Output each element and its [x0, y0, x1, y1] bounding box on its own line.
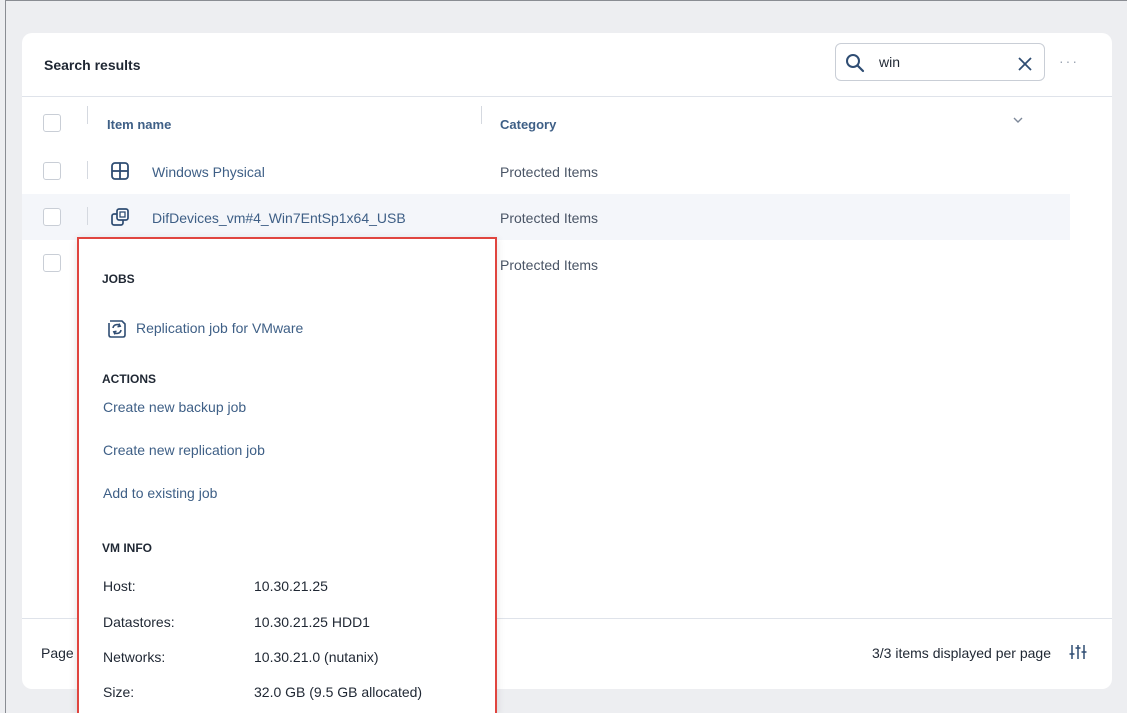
create-backup-job-link[interactable]: Create new backup job	[103, 399, 246, 415]
chevron-down-icon[interactable]	[1012, 116, 1024, 124]
page-title: Search results	[44, 57, 141, 73]
sliders-icon[interactable]	[1069, 643, 1087, 661]
replication-icon	[108, 320, 126, 338]
list-item-category: Protected Items	[500, 257, 599, 273]
list-item-category: Protected Items	[500, 210, 599, 226]
vm-icon	[111, 208, 129, 226]
size-label: Size:	[103, 684, 135, 700]
list-item-category: Protected Items	[500, 164, 599, 180]
column-divider	[481, 106, 482, 124]
items-per-page-text: 3/3 items displayed per page	[872, 645, 1051, 661]
list-item-name[interactable]: DifDevices_vm#4_Win7EntSp1x64_USB	[152, 210, 406, 226]
windows-icon	[111, 162, 129, 180]
vm-info-section-title: VM INFO	[102, 541, 152, 555]
host-value: 10.30.21.25	[254, 578, 328, 594]
row-checkbox[interactable]	[43, 208, 61, 226]
window-frame-top	[5, 0, 1127, 1]
card-header: Search results win ···	[22, 33, 1112, 97]
jobs-section-title: JOBS	[102, 272, 135, 286]
column-divider	[87, 161, 88, 179]
size-value: 32.0 GB (9.5 GB allocated)	[254, 684, 423, 700]
pagination-label: Page	[41, 645, 74, 661]
window-frame-left	[5, 0, 6, 713]
select-all-checkbox[interactable]	[43, 114, 61, 132]
column-header-item-name[interactable]: Item name	[107, 117, 171, 132]
host-label: Host:	[103, 578, 136, 594]
row-checkbox[interactable]	[43, 254, 61, 272]
search-icon	[846, 54, 865, 73]
list-item-name[interactable]: Windows Physical	[152, 164, 265, 180]
replication-job-link[interactable]: Replication job for VMware	[136, 320, 303, 336]
datastores-label: Datastores:	[103, 614, 175, 630]
row-checkbox[interactable]	[43, 162, 61, 180]
context-popup: JOBS Replication job for VMware ACTIONS …	[77, 237, 497, 713]
search-value[interactable]: win	[879, 54, 900, 70]
datastores-value: 10.30.21.25 HDD1	[254, 614, 370, 630]
add-to-existing-job-link[interactable]: Add to existing job	[103, 485, 217, 501]
search-input[interactable]: win	[835, 43, 1045, 81]
networks-value: 10.30.21.0 (nutanix)	[254, 649, 379, 665]
column-divider	[87, 106, 88, 124]
create-replication-job-link[interactable]: Create new replication job	[103, 442, 265, 458]
column-divider	[87, 207, 88, 225]
networks-label: Networks:	[103, 649, 166, 665]
column-header-category[interactable]: Category	[500, 117, 556, 132]
actions-section-title: ACTIONS	[102, 372, 156, 386]
more-options-icon[interactable]: ···	[1059, 53, 1079, 69]
close-icon[interactable]	[1017, 56, 1033, 72]
